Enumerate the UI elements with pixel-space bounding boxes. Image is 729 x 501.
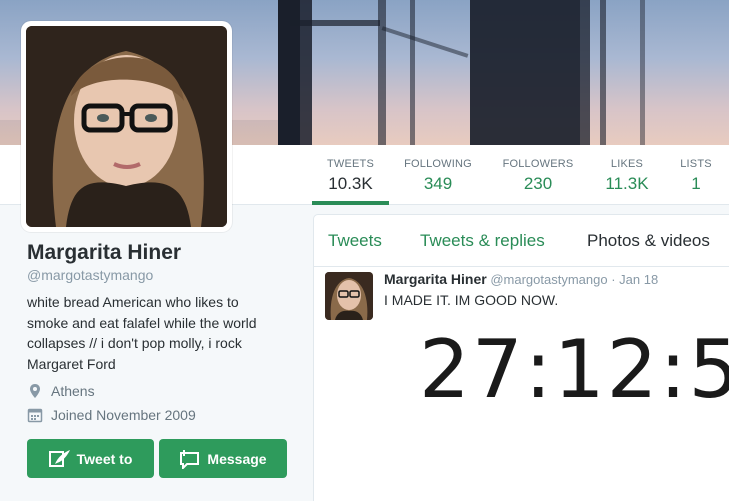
profile-location: Athens	[27, 383, 95, 399]
stat-label: FOLLOWERS	[502, 158, 574, 170]
stat-value: 10.3K	[328, 174, 373, 193]
tab-photos-videos[interactable]: Photos & videos	[587, 231, 710, 251]
profile-name[interactable]: Margarita Hiner	[27, 241, 181, 265]
avatar-image	[26, 26, 227, 227]
tweet-date[interactable]: Jan 18	[619, 272, 658, 287]
tweet-avatar[interactable]	[325, 272, 373, 320]
tweet-to-button[interactable]: Tweet to	[27, 439, 154, 478]
banner-beam	[600, 0, 606, 145]
profile-joined: Joined November 2009	[27, 407, 196, 423]
compose-quill-icon	[48, 449, 70, 467]
tweet-separator: ·	[611, 272, 616, 287]
stat-lists[interactable]: LISTS 1	[673, 145, 719, 205]
stat-value: 349	[423, 174, 453, 193]
tweet-media-clock[interactable]: 27:12:55	[419, 323, 729, 416]
tweet-avatar-photo-icon	[325, 272, 373, 320]
stat-label: TWEETS	[326, 158, 375, 170]
message-label: Message	[207, 450, 267, 467]
timeline-tabs: Tweets Tweets & replies Photos & videos	[314, 215, 729, 267]
stat-label: LISTS	[680, 158, 712, 170]
banner-beam	[290, 20, 380, 26]
stat-tweets[interactable]: TWEETS 10.3K	[312, 145, 389, 205]
stat-value: 11.3K	[605, 174, 649, 193]
banner-beam	[470, 0, 580, 145]
calendar-icon	[27, 407, 43, 423]
stat-following[interactable]: FOLLOWING 349	[398, 145, 478, 205]
location-text[interactable]: Athens	[51, 383, 95, 399]
tweet-author-name[interactable]: Margarita Hiner	[384, 271, 487, 287]
profile-bio: white bread American who likes to smoke …	[27, 294, 257, 372]
message-button[interactable]: Message	[159, 439, 287, 478]
stat-label: LIKES	[610, 158, 644, 170]
tweet-author-handle[interactable]: @margotastymango	[490, 272, 607, 287]
stat-followers[interactable]: FOLLOWERS 230	[496, 145, 580, 205]
banner-beam	[378, 0, 386, 145]
profile-handle[interactable]: @margotastymango	[27, 267, 153, 283]
banner-beam	[381, 26, 469, 58]
stat-value: 1	[691, 174, 701, 193]
stat-likes[interactable]: LIKES 11.3K	[597, 145, 657, 205]
message-icon	[180, 449, 200, 469]
location-pin-icon	[27, 383, 43, 399]
timeline-card: Tweets Tweets & replies Photos & videos …	[313, 214, 729, 501]
banner-beam	[410, 0, 415, 145]
avatar-photo-icon	[26, 26, 227, 227]
stat-value: 230	[523, 174, 553, 193]
tweet-to-label: Tweet to	[76, 450, 133, 467]
joined-text: Joined November 2009	[51, 407, 196, 423]
tweet-text: I MADE IT. IM GOOD NOW.	[384, 292, 559, 308]
profile-avatar[interactable]	[21, 21, 232, 232]
banner-beam	[580, 0, 590, 145]
tab-tweets-replies[interactable]: Tweets & replies	[420, 231, 545, 251]
banner-beam	[640, 0, 645, 145]
tweet-header: Margarita Hiner @margotastymango · Jan 1…	[384, 271, 658, 287]
stat-label: FOLLOWING	[404, 158, 472, 170]
tab-tweets[interactable]: Tweets	[328, 231, 382, 251]
